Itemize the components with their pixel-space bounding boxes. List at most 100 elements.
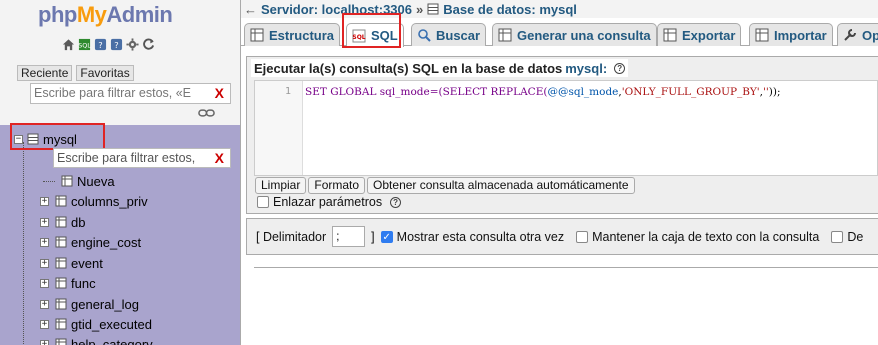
docs-icon[interactable]: ? bbox=[94, 38, 107, 51]
tab-favorites[interactable]: Favoritas bbox=[76, 65, 134, 81]
phpmyadmin-logo[interactable]: phpMyAdmin bbox=[38, 2, 173, 28]
tab-export[interactable]: Exportar bbox=[657, 23, 742, 46]
tree-item-label: help_category bbox=[71, 336, 153, 345]
keep-textbox-checkbox[interactable] bbox=[576, 230, 589, 243]
breadcrumb-separator: » bbox=[416, 1, 424, 17]
sql-code: SET GLOBAL sql_mode=(SELECT REPLACE(@@sq… bbox=[305, 86, 781, 98]
table-icon bbox=[55, 298, 67, 310]
tree-branch bbox=[43, 180, 55, 182]
next-option-checkbox[interactable] bbox=[831, 230, 844, 243]
keep-textbox-option[interactable]: Mantener la caja de texto con la consult… bbox=[576, 230, 819, 244]
breadcrumb: ← Servidor: localhost:3306 » Base de dat… bbox=[241, 0, 878, 18]
tree-item-table[interactable]: + func bbox=[40, 273, 96, 293]
tree-item-table[interactable]: + gtid_executed bbox=[40, 314, 152, 334]
tree-connector bbox=[23, 142, 24, 345]
tree-item-label: general_log bbox=[71, 296, 139, 312]
expand-icon[interactable]: + bbox=[40, 196, 49, 206]
show-query-checkbox[interactable]: ✓ bbox=[380, 230, 393, 243]
tree-item-table[interactable]: + db bbox=[40, 212, 85, 232]
tab-operations[interactable]: Operaciones bbox=[837, 23, 878, 46]
svg-text:?: ? bbox=[114, 40, 118, 50]
main-content: ← Servidor: localhost:3306 » Base de dat… bbox=[241, 0, 878, 345]
expand-icon[interactable]: + bbox=[40, 278, 49, 288]
svg-text:SQL: SQL bbox=[78, 41, 91, 49]
clear-button[interactable]: Limpiar bbox=[255, 177, 307, 194]
delimiter-label: [ Delimitador bbox=[256, 229, 327, 244]
tree-item-table[interactable]: + columns_priv bbox=[40, 191, 148, 211]
exit-icon[interactable]: SQL bbox=[78, 38, 91, 51]
help-icon[interactable]: ? bbox=[390, 196, 402, 208]
tree-item-label: db bbox=[71, 214, 86, 230]
expand-icon[interactable]: + bbox=[40, 299, 49, 309]
reload-icon[interactable] bbox=[142, 38, 155, 51]
navigation-panel: phpMyAdmin SQL ? ? Reciente Favoritas Es… bbox=[0, 0, 241, 345]
clear-filter-button[interactable]: X bbox=[215, 84, 224, 103]
tab-structure[interactable]: Estructura bbox=[244, 23, 341, 46]
quick-icons: SQL ? ? bbox=[62, 38, 155, 51]
structure-icon bbox=[250, 28, 264, 42]
tree-item-table[interactable]: + help_category bbox=[40, 334, 153, 345]
bind-parameters-option[interactable]: Enlazar parámetros ? bbox=[257, 195, 402, 209]
legend-db-link[interactable]: mysql: bbox=[565, 61, 607, 76]
home-icon[interactable] bbox=[62, 38, 75, 51]
delimiter-input[interactable]: ; bbox=[332, 226, 366, 247]
line-number: 1 bbox=[285, 86, 292, 97]
tab-recent[interactable]: Reciente bbox=[17, 65, 73, 81]
tree-item-new[interactable]: Nueva bbox=[43, 171, 115, 191]
bind-parameters-checkbox[interactable] bbox=[257, 196, 269, 208]
tree-item-table[interactable]: + general_log bbox=[40, 294, 139, 314]
expand-icon[interactable]: + bbox=[40, 258, 49, 268]
table-icon bbox=[55, 277, 67, 289]
table-icon bbox=[55, 216, 67, 228]
editor-gutter: 1 bbox=[255, 81, 303, 175]
sql-tab-highlight-box bbox=[342, 13, 401, 48]
breadcrumb-database[interactable]: Base de datos: mysql bbox=[443, 2, 577, 17]
get-autosaved-query-button[interactable]: Obtener consulta almacenada automáticame… bbox=[367, 177, 635, 194]
expand-icon[interactable]: + bbox=[40, 237, 49, 247]
clear-table-filter-button[interactable]: X bbox=[215, 149, 224, 167]
tab-query-builder[interactable]: Generar una consulta bbox=[492, 23, 657, 46]
expand-icon[interactable]: + bbox=[40, 339, 49, 345]
format-button[interactable]: Formato bbox=[308, 177, 366, 194]
settings-icon[interactable] bbox=[126, 38, 139, 51]
tree-item-table[interactable]: + event bbox=[40, 253, 103, 273]
arrow-left-icon[interactable]: ← bbox=[244, 2, 257, 17]
database-icon bbox=[427, 3, 439, 15]
table-icon bbox=[55, 257, 67, 269]
table-icon bbox=[55, 338, 67, 345]
tree-item-label: func bbox=[71, 275, 96, 291]
next-option[interactable]: De bbox=[831, 230, 863, 244]
export-icon bbox=[663, 28, 677, 42]
expand-icon[interactable]: + bbox=[40, 217, 49, 227]
tree-item-label: event bbox=[71, 255, 103, 271]
link-icon[interactable] bbox=[198, 108, 215, 118]
db-highlight-box bbox=[10, 123, 105, 150]
tree-item-label: Nueva bbox=[77, 173, 115, 189]
import-icon bbox=[755, 28, 769, 42]
section-divider bbox=[254, 267, 878, 268]
svg-text:?: ? bbox=[98, 40, 102, 50]
editor-buttons: Limpiar Formato Obtener consulta almacen… bbox=[255, 177, 635, 194]
tree-item-table[interactable]: + engine_cost bbox=[40, 232, 141, 252]
tree-item-label: columns_priv bbox=[71, 193, 148, 209]
tab-search[interactable]: Buscar bbox=[411, 23, 487, 46]
database-filter-input[interactable]: Escribe para filtrar estos, «E X bbox=[30, 83, 231, 104]
expand-icon[interactable]: + bbox=[40, 319, 49, 329]
tab-import[interactable]: Importar bbox=[749, 23, 833, 46]
query-panel-legend: Ejecutar la(s) consulta(s) SQL en la bas… bbox=[251, 59, 629, 77]
show-query-option[interactable]: ✓ Mostrar esta consulta otra vez bbox=[380, 230, 564, 244]
query-icon bbox=[498, 28, 512, 42]
table-icon bbox=[55, 195, 67, 207]
table-filter-input[interactable]: Escribe para filtrar estos, X bbox=[53, 148, 231, 168]
delimiter-close: ] bbox=[371, 229, 375, 244]
wrench-icon bbox=[844, 29, 856, 41]
sql-docs-icon[interactable]: ? bbox=[110, 38, 123, 51]
tree-item-label: engine_cost bbox=[71, 234, 142, 250]
recent-favorites-tabs: Reciente Favoritas bbox=[17, 65, 134, 81]
help-icon[interactable]: ? bbox=[614, 62, 626, 74]
table-icon bbox=[55, 236, 67, 248]
top-menu-tabs: Estructura SQL SQL Buscar Generar una co… bbox=[241, 19, 878, 47]
query-options-bar: [ Delimitador ; ] ✓ Mostrar esta consult… bbox=[246, 218, 878, 255]
sql-editor[interactable]: 1 SET GLOBAL sql_mode=(SELECT REPLACE(@@… bbox=[254, 80, 878, 176]
table-icon bbox=[55, 318, 67, 330]
